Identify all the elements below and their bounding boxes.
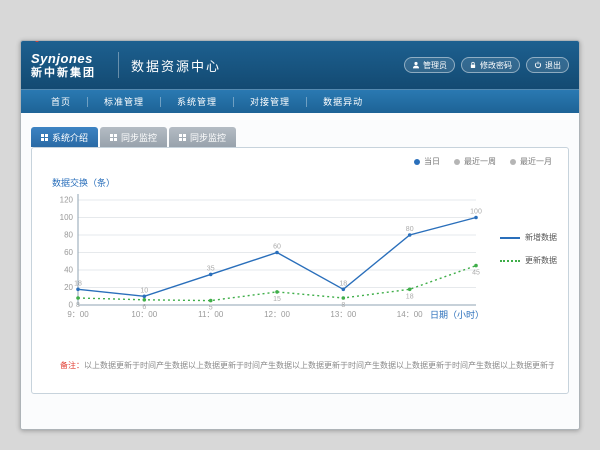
logo-red-dot-icon	[35, 40, 39, 42]
svg-text:8: 8	[76, 302, 80, 309]
svg-text:80: 80	[64, 231, 73, 240]
tab-label: 系统介绍	[52, 131, 88, 144]
tab-system-intro[interactable]: 系统介绍	[31, 127, 98, 147]
svg-text:100: 100	[60, 213, 74, 222]
app-title: 数据资源中心	[131, 56, 221, 75]
svg-text:6: 6	[142, 304, 146, 311]
svg-text:0: 0	[69, 301, 74, 310]
svg-text:80: 80	[406, 226, 414, 233]
svg-text:13：00: 13：00	[330, 310, 356, 319]
logo-text: Synjones	[31, 52, 96, 65]
svg-text:100: 100	[470, 209, 482, 216]
svg-text:14：00: 14：00	[397, 310, 423, 319]
svg-text:8: 8	[341, 302, 345, 309]
change-password-label: 修改密码	[480, 60, 512, 71]
app-header: Synjones 新中新集团 数据资源中心 管理员 修改密码	[21, 41, 579, 89]
header-actions: 管理员 修改密码 退出	[404, 57, 569, 73]
svg-text:18: 18	[339, 280, 347, 287]
line-chart: 0204060801001209：0010：0011：0012：0013：001…	[50, 188, 490, 328]
svg-text:9：00: 9：00	[67, 310, 89, 319]
admin-user-label: 管理员	[423, 60, 447, 71]
svg-text:60: 60	[273, 244, 281, 251]
filter-label: 当日	[424, 156, 440, 167]
solid-line-icon	[500, 237, 520, 239]
filter-last-month[interactable]: 最近一月	[510, 156, 552, 167]
svg-text:18: 18	[74, 280, 82, 287]
nav-item-data-change[interactable]: 数据异动	[307, 95, 379, 108]
main-nav: 首页 标准管理 系统管理 对接管理 数据异动	[21, 89, 579, 113]
logout-button[interactable]: 退出	[526, 57, 569, 73]
power-icon	[534, 61, 542, 69]
filter-dot-icon	[454, 159, 460, 165]
content-area: 系统介绍 同步监控 同步监控 当日	[21, 113, 579, 430]
tab-bar: 系统介绍 同步监控 同步监控	[31, 127, 236, 147]
dotted-line-icon	[500, 260, 520, 262]
nav-item-standard-management[interactable]: 标准管理	[88, 95, 160, 108]
series-label: 更新数据	[525, 255, 557, 266]
change-password-button[interactable]: 修改密码	[461, 57, 520, 73]
filter-label: 最近一月	[520, 156, 552, 167]
desktop-background: { "header": { "logo_text": "Synjones", "…	[0, 0, 600, 450]
svg-text:45: 45	[472, 270, 480, 277]
filter-last-week[interactable]: 最近一周	[454, 156, 496, 167]
content-panel: 当日 最近一周 最近一月 数据交换（条） 0204060801001209：00…	[31, 147, 569, 394]
tab-sync-monitor-2[interactable]: 同步监控	[169, 127, 236, 147]
filter-label: 最近一周	[464, 156, 496, 167]
svg-text:5: 5	[209, 305, 213, 312]
tab-grid-icon	[41, 134, 48, 141]
legend-series-updated-data[interactable]: 更新数据	[500, 255, 557, 266]
nav-item-connection-management[interactable]: 对接管理	[234, 95, 306, 108]
x-axis-label: 日期（小时）	[430, 308, 484, 321]
svg-text:120: 120	[60, 196, 74, 205]
app-window: Synjones 新中新集团 数据资源中心 管理员 修改密码	[20, 40, 580, 430]
user-icon	[412, 61, 420, 69]
legend-series-new-data[interactable]: 新增数据	[500, 232, 557, 243]
tab-label: 同步监控	[190, 131, 226, 144]
svg-text:12：00: 12：00	[264, 310, 290, 319]
admin-user-button[interactable]: 管理员	[404, 57, 455, 73]
synjones-logo: Synjones 新中新集团	[31, 52, 96, 79]
header-divider	[118, 52, 119, 78]
logo-company-name: 新中新集团	[31, 68, 96, 79]
filter-dot-icon	[510, 159, 516, 165]
svg-text:10：00: 10：00	[131, 310, 157, 319]
svg-text:35: 35	[207, 265, 215, 272]
svg-text:40: 40	[64, 266, 73, 275]
note-body: 以上数据更新于时间产生数据以上数据更新于时间产生数据以上数据更新于时间产生数据以…	[84, 361, 554, 370]
svg-text:60: 60	[64, 248, 73, 257]
nav-item-system-management[interactable]: 系统管理	[161, 95, 233, 108]
tab-sync-monitor-1[interactable]: 同步监控	[100, 127, 167, 147]
nav-item-home[interactable]: 首页	[35, 95, 87, 108]
svg-text:20: 20	[64, 283, 73, 292]
logout-label: 退出	[545, 60, 561, 71]
series-legend: 新增数据 更新数据	[500, 232, 557, 278]
svg-text:10: 10	[140, 287, 148, 294]
svg-text:18: 18	[406, 293, 414, 300]
svg-text:15: 15	[273, 296, 281, 303]
note-prefix-label: 备注：	[60, 361, 84, 370]
tab-grid-icon	[110, 134, 117, 141]
lock-icon	[469, 61, 477, 69]
tab-grid-icon	[179, 134, 186, 141]
note-text: 备注：以上数据更新于时间产生数据以上数据更新于时间产生数据以上数据更新于时间产生…	[60, 360, 554, 371]
filter-today[interactable]: 当日	[414, 156, 440, 167]
series-label: 新增数据	[525, 232, 557, 243]
time-filter-legend: 当日 最近一周 最近一月	[414, 156, 552, 167]
filter-dot-icon	[414, 159, 420, 165]
tab-label: 同步监控	[121, 131, 157, 144]
